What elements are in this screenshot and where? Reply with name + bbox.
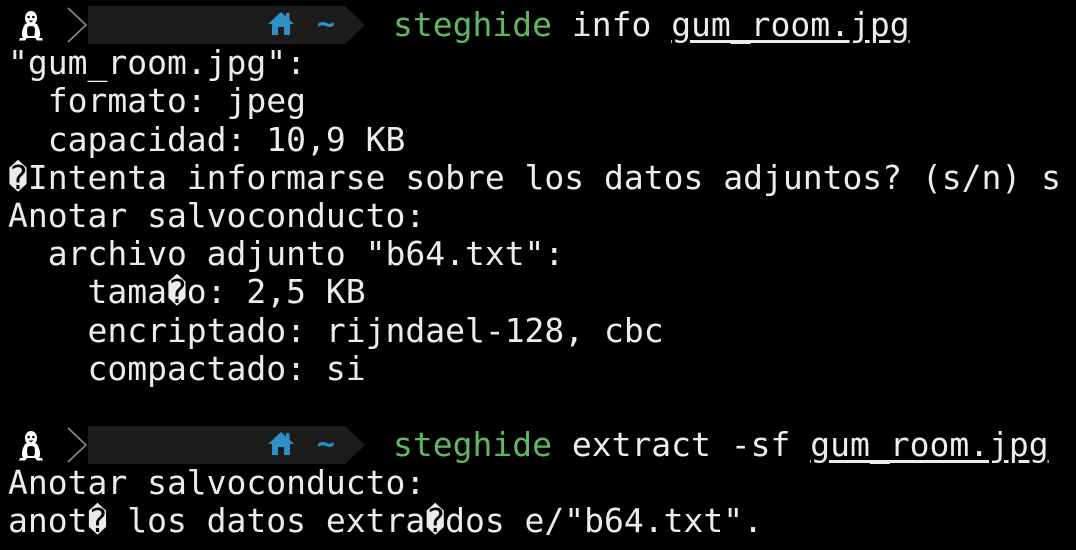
chevron-right-icon [66,6,88,44]
linux-tux-icon [8,426,62,464]
home-icon [108,426,295,464]
output-line: capacidad: 10,9 KB [8,120,406,159]
command-name: steghide [393,6,552,44]
home-icon [108,6,295,44]
directory-label: ~ [316,7,336,42]
command-text: steghide extract -sf gum_room.jpg [393,426,1049,464]
output-line: anot� los datos extra�dos e/"b64.txt". [8,502,763,541]
command-file-path[interactable]: gum_room.jpg [671,6,909,44]
command-file-path[interactable]: gum_room.jpg [810,426,1048,464]
chevron-right-icon [66,426,88,464]
output-line: Anotar salvoconducto: [8,464,426,503]
command-args: info [551,6,672,44]
command-text: steghide info gum_room.jpg [393,6,910,44]
prompt-line-2: ~ steghide extract -sf gum_room.jpg [8,426,1076,465]
directory-segment: ~ [88,6,346,45]
output-line: compactado: si [8,349,366,388]
output-line: encriptado: rijndael-128, cbc [8,311,664,350]
terminal-window[interactable]: ~ steghide info gum_room.jpg "gum_room.j… [8,6,1076,541]
command-name: steghide [393,426,552,465]
output-line: �Intenta informarse sobre los datos adju… [8,158,1061,197]
directory-label: ~ [316,427,336,463]
directory-segment: ~ [88,426,346,465]
segment-end-arrow [345,426,367,465]
command-args: extract -sf [551,426,811,465]
output-line: archivo adjunto "b64.txt": [8,235,565,274]
output-line: formato: jpeg [8,82,307,121]
output-line: tama�o: 2,5 KB [8,273,366,312]
prompt-line-1: ~ steghide info gum_room.jpg [8,6,1076,45]
output-line: "gum_room.jpg": [8,44,307,83]
linux-tux-icon [8,6,62,44]
output-line: Anotar salvoconducto: [8,196,426,235]
segment-end-arrow [345,6,367,45]
